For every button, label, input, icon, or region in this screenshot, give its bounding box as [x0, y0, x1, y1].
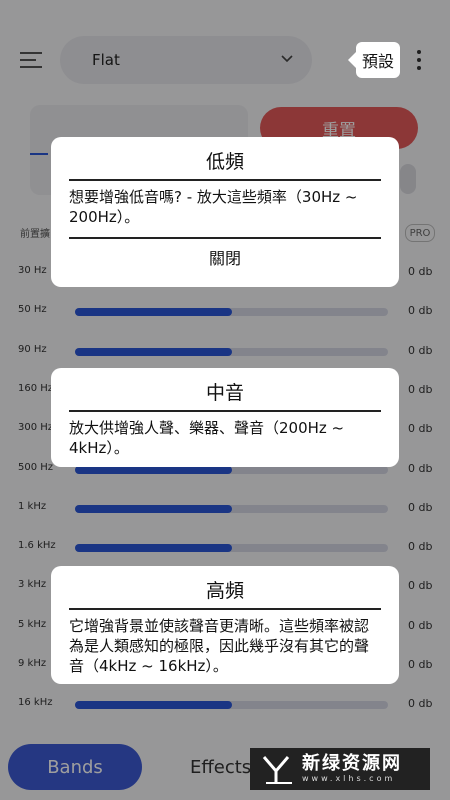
dialog-divider	[69, 410, 381, 412]
close-button[interactable]: 關閉	[69, 245, 381, 269]
preset-tooltip: 預設	[348, 42, 400, 78]
watermark: 新绿资源网 www.xlhs.com	[250, 748, 430, 790]
high-freq-dialog: 高頻 它增強背景並使該聲音更清晰。這些頻率被認為是人類感知的極限，因此幾乎沒有其…	[51, 566, 399, 684]
dialog-divider	[69, 608, 381, 610]
watermark-text: 新绿资源网	[302, 753, 402, 774]
low-freq-dialog: 低頻 想要增強低音嗎? - 放大這些頻率（30Hz ~ 200Hz）。 關閉	[51, 137, 399, 287]
dialog-body: 想要增強低音嗎? - 放大這些頻率（30Hz ~ 200Hz）。	[69, 188, 358, 226]
watermark-url: www.xlhs.com	[302, 774, 396, 783]
dialog-body: 放大供增強人聲、樂器、聲音（200Hz ~ 4kHz）。	[69, 419, 345, 457]
dialog-title: 低頻	[205, 151, 244, 173]
mid-freq-dialog: 中音 放大供增強人聲、樂器、聲音（200Hz ~ 4kHz）。	[51, 368, 399, 467]
dialog-divider	[69, 237, 381, 239]
dialog-title: 高頻	[205, 580, 244, 602]
dialog-divider	[69, 179, 381, 181]
dialog-title: 中音	[205, 382, 244, 404]
watermark-logo-icon	[262, 756, 292, 784]
dialog-body: 它增強背景並使該聲音更清晰。這些頻率被認為是人類感知的極限，因此幾乎沒有其它的聲…	[69, 617, 370, 675]
